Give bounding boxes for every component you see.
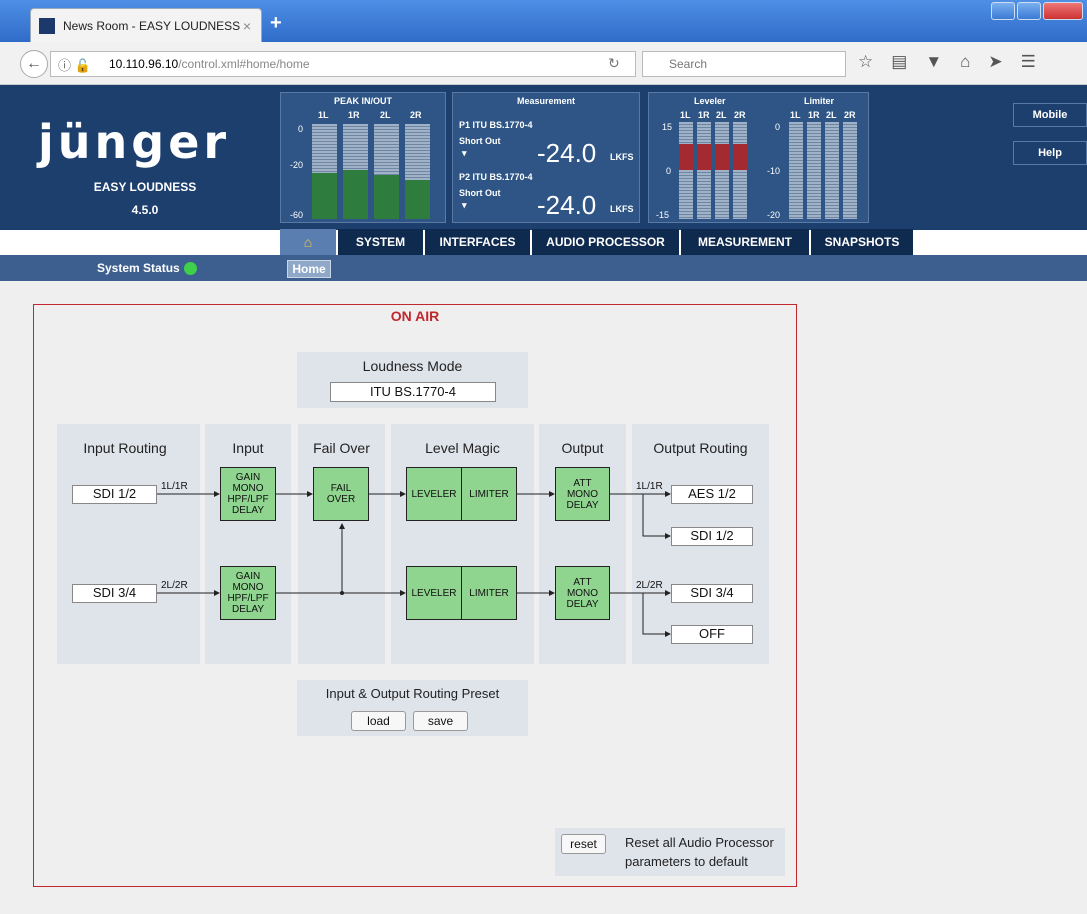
mono-label: MONO: [566, 587, 599, 599]
save-preset-button[interactable]: save: [413, 711, 468, 731]
reset-description-line-2: parameters to default: [625, 854, 748, 869]
att-label: ATT: [573, 477, 592, 489]
routing-preset-title: Input & Output Routing Preset: [325, 686, 500, 701]
output-select-4[interactable]: OFF: [671, 625, 753, 644]
gain-label: GAIN: [235, 571, 261, 582]
output-processing-block-2[interactable]: ATT MONO DELAY: [555, 566, 610, 620]
output-select-3[interactable]: SDI 3/4: [671, 584, 753, 603]
mono-label: MONO: [232, 483, 264, 494]
signal-flow-lines: [157, 491, 671, 637]
att-label: ATT: [573, 576, 592, 588]
delay-label: DELAY: [231, 604, 265, 615]
mono-label: MONO: [232, 582, 264, 593]
over-label: OVER: [326, 494, 356, 505]
input-processing-block-1[interactable]: GAIN MONO HPF/LPF DELAY: [220, 467, 276, 521]
output-signal-label-2: 2L/2R: [636, 580, 663, 591]
output-select-1[interactable]: AES 1/2: [671, 485, 753, 504]
reset-button[interactable]: reset: [561, 834, 606, 854]
leveler-block-2[interactable]: LEVELER: [406, 566, 462, 620]
mono-label: MONO: [566, 488, 599, 500]
delay-label: DELAY: [566, 598, 599, 610]
input-select-2[interactable]: SDI 3/4: [72, 584, 157, 603]
filter-label: HPF/LPF: [227, 494, 269, 505]
limiter-block-1[interactable]: LIMITER: [461, 467, 517, 521]
gain-label: GAIN: [235, 472, 261, 483]
delay-label: DELAY: [231, 505, 265, 516]
output-select-2[interactable]: SDI 1/2: [671, 527, 753, 546]
limiter-block-2[interactable]: LIMITER: [461, 566, 517, 620]
delay-label: DELAY: [566, 499, 599, 511]
input-processing-block-2[interactable]: GAIN MONO HPF/LPF DELAY: [220, 566, 276, 620]
filter-label: HPF/LPF: [227, 593, 269, 604]
fail-label: FAIL: [330, 483, 352, 494]
leveler-block-1[interactable]: LEVELER: [406, 467, 462, 521]
fail-over-block[interactable]: FAIL OVER: [313, 467, 369, 521]
output-processing-block-1[interactable]: ATT MONO DELAY: [555, 467, 610, 521]
load-preset-button[interactable]: load: [351, 711, 406, 731]
input-select-1[interactable]: SDI 1/2: [72, 485, 157, 504]
reset-description-line-1: Reset all Audio Processor: [625, 835, 774, 850]
output-signal-label-1: 1L/1R: [636, 481, 663, 492]
input-signal-label-1: 1L/1R: [161, 481, 188, 492]
input-signal-label-2: 2L/2R: [161, 580, 188, 591]
